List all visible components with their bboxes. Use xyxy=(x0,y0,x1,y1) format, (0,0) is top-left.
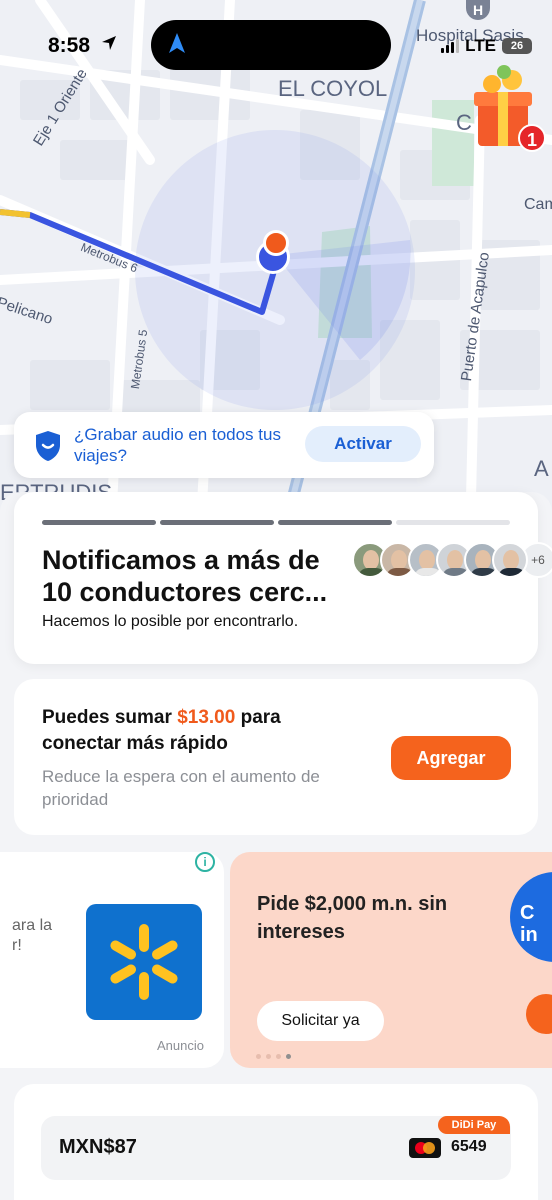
carousel-dot xyxy=(266,1054,271,1059)
navigation-arrow-icon xyxy=(169,33,185,53)
shield-icon xyxy=(36,431,60,461)
network-type: LTE xyxy=(465,36,496,55)
avatar xyxy=(492,542,528,578)
progress-step xyxy=(278,520,392,525)
boost-subtitle: Reduce la espera con el aumento de prior… xyxy=(42,767,320,809)
search-title: Notificamos a más de 10 conductores cerc… xyxy=(42,545,328,607)
ad-info-icon[interactable]: i xyxy=(195,852,215,872)
map-label-cam: Cam xyxy=(524,196,552,213)
status-time: 8:58 xyxy=(48,34,91,57)
priority-boost-card: Puedes sumar $13.00 para conectar más rá… xyxy=(14,679,538,835)
ad-card-loan[interactable]: Pide $2,000 m.n. sin intereses Solicitar… xyxy=(230,852,552,1068)
ad-right-deco-text: C in xyxy=(510,872,552,962)
ad-decoration xyxy=(526,994,552,1034)
carousel-dot-active xyxy=(286,1054,291,1059)
boost-title: Puedes sumar $13.00 para conectar más rá… xyxy=(42,705,362,757)
didi-pay-badge: DiDi Pay xyxy=(438,1116,510,1134)
ad-label: Anuncio xyxy=(157,1038,204,1053)
signal-icon xyxy=(441,39,460,53)
request-now-button[interactable]: Solicitar ya xyxy=(257,1001,384,1041)
battery-icon: 26 xyxy=(502,38,532,54)
boost-title-prefix: Puedes sumar xyxy=(42,707,172,728)
mastercard-icon xyxy=(409,1138,441,1158)
map-label-neighborhood: EL COYOL xyxy=(278,76,388,101)
boost-amount: $13.00 xyxy=(177,707,236,728)
progress-step xyxy=(160,520,274,525)
audio-banner-text: ¿Grabar audio en todos tus viajes? xyxy=(74,425,281,465)
carousel-dot xyxy=(256,1054,261,1059)
add-boost-button[interactable]: Agregar xyxy=(391,736,511,780)
location-arrow-icon xyxy=(102,36,116,50)
audio-recording-banner: ¿Grabar audio en todos tus viajes? Activ… xyxy=(14,412,434,478)
progress-step xyxy=(396,520,510,525)
pickup-pin-icon xyxy=(263,230,289,256)
driver-avatars: +6 xyxy=(352,542,552,578)
status-indicators: LTE 26 xyxy=(441,36,532,56)
gift-count-badge: 1 xyxy=(518,124,546,152)
walmart-logo xyxy=(86,904,202,1020)
progress-step xyxy=(42,520,156,525)
card-last4: 6549 xyxy=(451,1138,487,1155)
activate-audio-button[interactable]: Activar xyxy=(305,426,421,462)
search-subtitle: Hacemos lo posible por encontrarlo. xyxy=(42,613,299,630)
carousel-dots xyxy=(256,1054,291,1059)
search-progress xyxy=(42,520,510,525)
ad-loan-title: Pide $2,000 m.n. sin intereses xyxy=(257,893,448,943)
walmart-spark-icon xyxy=(110,924,178,1000)
driver-search-card: Notificamos a más de 10 conductores cerc… xyxy=(14,492,552,664)
fare-amount: MXN$87 xyxy=(59,1136,137,1158)
ad-left-partial-text: ara la r! xyxy=(12,917,53,954)
carousel-dot xyxy=(276,1054,281,1059)
map-label-area-a: A xyxy=(534,456,549,481)
ad-card-walmart[interactable]: ara la r! Anuncio xyxy=(0,852,224,1068)
